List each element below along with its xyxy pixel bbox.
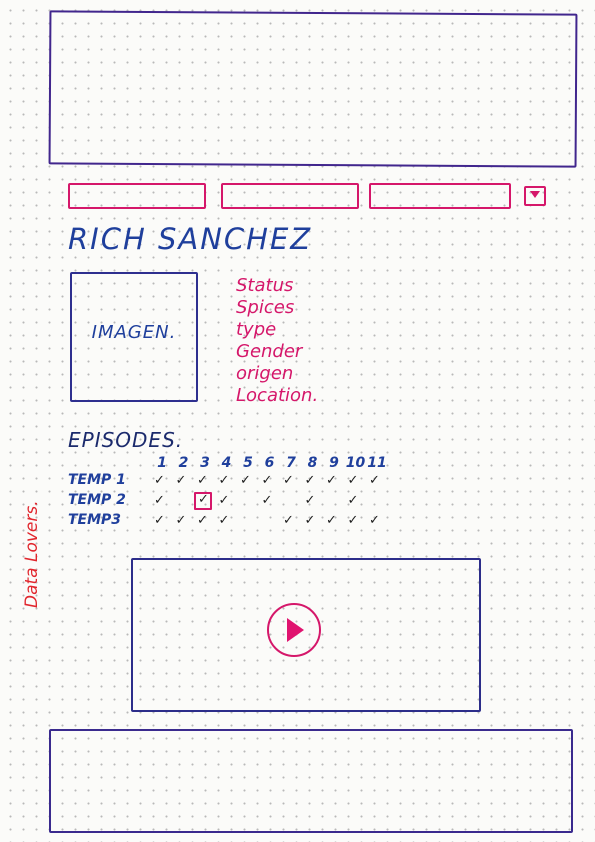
episode-cell[interactable]: ✓ [217, 493, 233, 508]
check-icon: ✓ [218, 513, 230, 528]
check-icon: ✓ [175, 513, 187, 528]
episode-cell[interactable]: ✓ [324, 473, 340, 488]
attribute-species: Spices [236, 297, 295, 318]
episode-number: 10 [345, 455, 366, 471]
season-label: TEMP 2 [68, 492, 126, 508]
attribute-status: Status [236, 275, 294, 296]
nav-button-2[interactable] [221, 183, 359, 209]
episode-cell[interactable]: ✓ [152, 473, 168, 488]
episode-cell[interactable]: ✓ [195, 473, 211, 488]
episode-cell[interactable]: ✓ [152, 513, 168, 528]
check-icon: ✓ [347, 513, 359, 528]
check-icon: ✓ [218, 493, 230, 508]
attribute-type: type [236, 319, 277, 340]
episode-cell[interactable]: ✓ [367, 473, 383, 488]
episode-cell[interactable]: ✓ [281, 513, 297, 528]
nav-button-3[interactable] [369, 183, 511, 209]
check-icon: ✓ [326, 513, 337, 528]
video-player [131, 558, 481, 712]
episode-cell[interactable]: ✓ [324, 513, 340, 528]
check-icon: ✓ [347, 473, 359, 488]
image-placeholder-label: IMAGEN. [91, 322, 177, 343]
check-icon: ✓ [198, 492, 209, 507]
check-icon: ✓ [218, 473, 230, 488]
episode-number-header: 1 2 3 4 5 6 7 8 9 10 11 [152, 455, 392, 471]
episode-cell[interactable] [260, 515, 276, 527]
episode-cell[interactable]: ✓ [303, 473, 319, 488]
check-icon: ✓ [154, 473, 165, 488]
episode-cell[interactable] [281, 495, 297, 507]
episode-number: 4 [221, 455, 232, 471]
episode-number: 3 [200, 455, 210, 471]
episode-number: 5 [243, 455, 253, 471]
episode-cell[interactable] [238, 515, 254, 527]
episode-cell[interactable]: ✓ [303, 513, 319, 528]
check-icon: ✓ [326, 473, 337, 488]
season-label: TEMP 1 [68, 472, 126, 488]
side-note: Data Lovers. [22, 500, 42, 608]
check-icon: ✓ [369, 513, 380, 528]
episode-cell[interactable]: ✓ [367, 513, 383, 528]
episode-number: 9 [329, 455, 339, 471]
footer-banner [49, 729, 573, 833]
check-icon: ✓ [154, 493, 165, 508]
episode-cell[interactable]: ✓ [217, 513, 233, 528]
check-icon: ✓ [283, 473, 294, 488]
episode-cell[interactable]: ✓ [346, 513, 362, 528]
check-icon: ✓ [347, 493, 359, 508]
menu-button[interactable] [524, 186, 546, 206]
episode-cell[interactable]: ✓ [346, 473, 362, 488]
attribute-gender: Gender [236, 341, 303, 362]
wireframe-page: RICH SANCHEZ IMAGEN. Status Spices type … [0, 0, 595, 842]
episode-number: 6 [264, 455, 275, 471]
episode-cell[interactable]: ✓ [174, 513, 190, 528]
episode-cell[interactable] [324, 495, 340, 507]
check-icon: ✓ [283, 513, 294, 528]
check-icon: ✓ [197, 513, 208, 528]
episode-cell[interactable] [174, 495, 190, 507]
episode-cell[interactable]: ✓ [260, 493, 276, 508]
character-name: RICH SANCHEZ [68, 222, 313, 256]
check-icon: ✓ [197, 473, 208, 488]
episode-cell[interactable]: ✓ [217, 473, 233, 488]
attribute-origin: origen [236, 363, 294, 384]
episode-cell[interactable]: ✓ [194, 492, 212, 510]
episode-cell[interactable] [367, 495, 383, 507]
attribute-location: Location. [236, 385, 319, 406]
check-icon: ✓ [175, 473, 187, 488]
episode-number: 7 [286, 455, 296, 471]
check-icon: ✓ [261, 493, 273, 508]
check-icon: ✓ [304, 473, 316, 488]
header-banner [48, 10, 578, 168]
character-attributes: Status Spices type Gender origen Locatio… [236, 275, 318, 407]
episode-cell[interactable]: ✓ [281, 473, 297, 488]
check-icon: ✓ [154, 513, 165, 528]
episode-cell[interactable] [238, 495, 254, 507]
nav-button-1[interactable] [68, 183, 206, 209]
character-image: IMAGEN. [70, 272, 198, 402]
episode-cell[interactable]: ✓ [152, 493, 168, 508]
episode-number: 8 [307, 455, 318, 471]
episode-cell[interactable]: ✓ [303, 493, 319, 508]
episode-cell[interactable]: ✓ [346, 493, 362, 508]
episode-number: 11 [367, 455, 387, 471]
check-icon: ✓ [240, 473, 251, 488]
play-icon [287, 618, 304, 642]
play-button[interactable] [267, 603, 321, 657]
check-icon: ✓ [304, 493, 316, 508]
episode-cell[interactable]: ✓ [260, 473, 276, 488]
check-icon: ✓ [304, 513, 316, 528]
episode-number: 1 [157, 455, 167, 471]
episodes-title: EPISODES. [68, 428, 184, 452]
episode-cell[interactable]: ✓ [238, 473, 254, 488]
episode-cell[interactable]: ✓ [195, 513, 211, 528]
episode-number: 2 [178, 455, 189, 471]
season-label: TEMP3 [68, 512, 122, 528]
check-icon: ✓ [369, 473, 380, 488]
episode-cell[interactable]: ✓ [174, 473, 190, 488]
menu-dropdown-icon [530, 191, 540, 198]
check-icon: ✓ [261, 473, 273, 488]
